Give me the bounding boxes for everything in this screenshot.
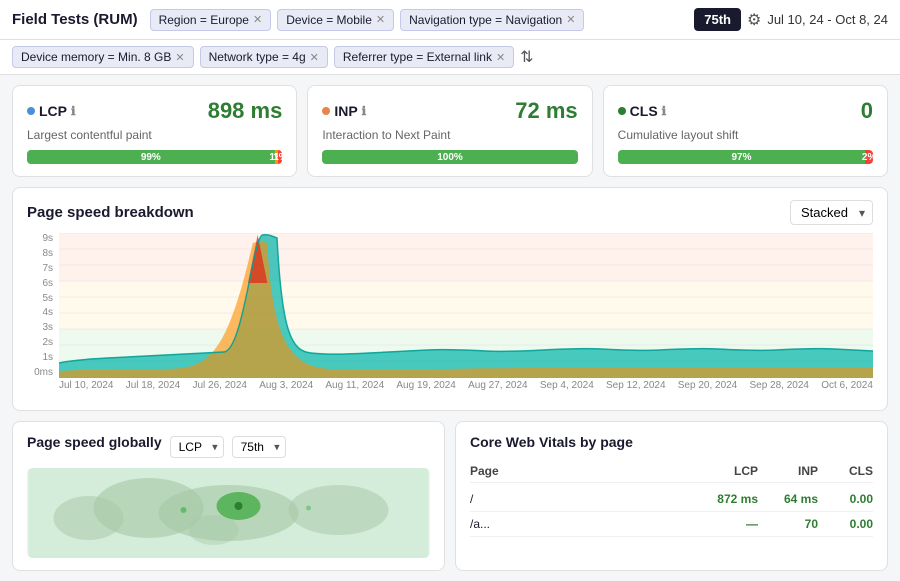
metric-select[interactable]: LCP INP CLS — [170, 436, 224, 458]
filter-tune-icon[interactable]: ⇅ — [520, 47, 533, 67]
lcp-label: Largest contentful paint — [27, 128, 282, 142]
inp-label: Interaction to Next Paint — [322, 128, 577, 142]
percentile-select-wrap[interactable]: 75th 90th 95th 99th — [232, 436, 286, 458]
inp-cell-1: 70 — [758, 517, 818, 531]
page-cell-0: / — [470, 492, 688, 506]
chart-svg — [59, 233, 873, 378]
metric-card-inp: INP ℹ 72 ms Interaction to Next Paint 10… — [307, 85, 592, 177]
close-icon-navtype[interactable]: ✕ — [566, 13, 575, 26]
cls-cell-1: 0.00 — [818, 517, 873, 531]
close-icon-device[interactable]: ✕ — [376, 13, 385, 26]
lcp-dot — [27, 107, 35, 115]
col-header-inp: INP — [758, 464, 818, 478]
cls-seg-poor: 2% — [865, 150, 873, 164]
filter-tag-device[interactable]: Device = Mobile ✕ — [277, 9, 394, 31]
chart-header: Page speed breakdown Stacked Line — [27, 200, 873, 225]
lcp-seg-good: 99% — [27, 150, 275, 164]
metric-name-cls: CLS ℹ — [618, 103, 667, 119]
inp-value: 72 ms — [515, 98, 577, 124]
cwv-title: Core Web Vitals by page — [470, 434, 873, 450]
close-icon-nettype[interactable]: ✕ — [310, 51, 319, 64]
metric-name-inp: INP ℹ — [322, 103, 366, 119]
metric-card-lcp: LCP ℹ 898 ms Largest contentful paint 99… — [12, 85, 297, 177]
lcp-cell-0: 872 ms — [688, 492, 758, 506]
tune-icon[interactable]: ⚙ — [747, 10, 761, 30]
page-title: Field Tests (RUM) — [12, 11, 138, 28]
lcp-progress: 99% 1% 1% — [27, 150, 282, 164]
filter-tag-region[interactable]: Region = Europe ✕ — [150, 9, 272, 31]
bottom-row: Page speed globally LCP INP CLS 75th 90t… — [0, 411, 900, 581]
cls-info-icon[interactable]: ℹ — [662, 104, 667, 118]
filter-bar: Device memory = Min. 8 GB ✕ Network type… — [0, 40, 900, 75]
metric-name-lcp: LCP ℹ — [27, 103, 76, 119]
chart-view-select-wrap[interactable]: Stacked Line — [790, 200, 873, 225]
core-web-vitals-card: Core Web Vitals by page Page LCP INP CLS… — [455, 421, 888, 571]
filter-tag-navtype[interactable]: Navigation type = Navigation ✕ — [400, 9, 584, 31]
close-icon-reftype[interactable]: ✕ — [496, 51, 505, 64]
inp-dot — [322, 107, 330, 115]
chart-area: 9s 8s 7s 6s 5s 4s 3s 2s 1s 0ms — [27, 233, 873, 398]
inp-seg-good: 100% — [322, 150, 577, 164]
filter-label-nettype: Network type = 4g — [209, 50, 306, 64]
table-header: Page LCP INP CLS — [470, 460, 873, 483]
inp-cell-0: 64 ms — [758, 492, 818, 506]
col-header-cls: CLS — [818, 464, 873, 478]
filter-tag-reftype[interactable]: Referrer type = External link ✕ — [334, 46, 514, 68]
percentile-select[interactable]: 75th 90th 95th 99th — [232, 436, 286, 458]
cls-value: 0 — [861, 98, 873, 124]
cls-progress: 97% 2% — [618, 150, 873, 164]
lcp-seg-poor: 1% — [278, 150, 282, 164]
filter-tag-nettype[interactable]: Network type = 4g ✕ — [200, 46, 328, 68]
map-svg — [27, 468, 430, 558]
chart-section: Page speed breakdown Stacked Line 9s 8s … — [12, 187, 888, 411]
cls-label: Cumulative layout shift — [618, 128, 873, 142]
filter-label-device: Device = Mobile — [286, 13, 372, 27]
lcp-value: 898 ms — [208, 98, 283, 124]
table-row: / 872 ms 64 ms 0.00 — [470, 487, 873, 512]
filter-label-navtype: Navigation type = Navigation — [409, 13, 562, 27]
col-header-lcp: LCP — [688, 464, 758, 478]
date-range: Jul 10, 24 - Oct 8, 24 — [767, 12, 888, 27]
inp-progress: 100% — [322, 150, 577, 164]
bottom-left-title: Page speed globally — [27, 434, 162, 450]
lcp-cell-1: — — [688, 517, 758, 531]
close-icon-devmem[interactable]: ✕ — [175, 51, 184, 64]
col-header-page: Page — [470, 464, 688, 478]
table-row: /a... — 70 0.00 — [470, 512, 873, 537]
cls-dot — [618, 107, 626, 115]
cls-cell-0: 0.00 — [818, 492, 873, 506]
chart-plot — [59, 233, 873, 378]
chart-y-labels: 9s 8s 7s 6s 5s 4s 3s 2s 1s 0ms — [27, 233, 57, 378]
page-cell-1: /a... — [470, 517, 688, 531]
chart-x-labels: Jul 10, 2024 Jul 18, 2024 Jul 26, 2024 A… — [59, 380, 873, 398]
filter-label-reftype: Referrer type = External link — [343, 50, 492, 64]
chart-title: Page speed breakdown — [27, 204, 194, 221]
lcp-info-icon[interactable]: ℹ — [71, 104, 76, 118]
metric-select-wrap[interactable]: LCP INP CLS — [170, 436, 224, 458]
bottom-left-header: Page speed globally LCP INP CLS 75th 90t… — [27, 434, 430, 460]
inp-info-icon[interactable]: ℹ — [362, 104, 367, 118]
cls-seg-good: 97% — [618, 150, 866, 164]
filter-tag-devmem[interactable]: Device memory = Min. 8 GB ✕ — [12, 46, 194, 68]
map-placeholder — [27, 468, 430, 558]
filter-label-devmem: Device memory = Min. 8 GB — [21, 50, 171, 64]
percentile-badge[interactable]: 75th — [694, 8, 741, 31]
page-speed-globally-card: Page speed globally LCP INP CLS 75th 90t… — [12, 421, 445, 571]
chart-view-select[interactable]: Stacked Line — [790, 200, 873, 225]
metric-card-cls: CLS ℹ 0 Cumulative layout shift 97% 2% — [603, 85, 888, 177]
filter-label-region: Region = Europe — [159, 13, 249, 27]
top-bar: Field Tests (RUM) Region = Europe ✕ Devi… — [0, 0, 900, 40]
close-icon-region[interactable]: ✕ — [253, 13, 262, 26]
metrics-row: LCP ℹ 898 ms Largest contentful paint 99… — [0, 75, 900, 187]
